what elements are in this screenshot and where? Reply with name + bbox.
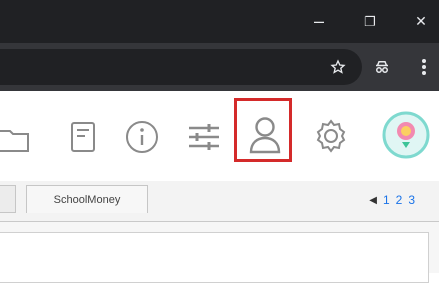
- info-icon: [126, 121, 158, 153]
- tab-previous[interactable]: [0, 185, 16, 213]
- tab-label: SchoolMoney: [53, 193, 121, 206]
- app-toolbar: [0, 91, 439, 181]
- close-window-button[interactable]: ✕: [403, 0, 439, 43]
- app-avatar-button[interactable]: [380, 109, 432, 161]
- page-link-2[interactable]: 2: [396, 193, 403, 207]
- document-button[interactable]: [66, 117, 100, 157]
- prev-page-icon[interactable]: ◀: [369, 195, 377, 206]
- avatar-icon: [382, 111, 430, 159]
- restore-icon: ❐: [364, 13, 376, 29]
- more-vert-icon: [422, 59, 426, 75]
- minimize-icon: –: [313, 11, 324, 31]
- minimize-button[interactable]: –: [301, 0, 337, 43]
- highlight-box: [234, 98, 292, 162]
- tab-schoolmoney[interactable]: SchoolMoney: [26, 185, 148, 213]
- info-button[interactable]: [122, 117, 162, 157]
- address-bar[interactable]: [0, 49, 362, 85]
- browser-toolbar: [0, 43, 439, 91]
- sliders-icon: [189, 124, 219, 150]
- incognito-icon: [376, 61, 388, 73]
- restore-button[interactable]: ❐: [352, 0, 388, 43]
- star-icon: [330, 59, 346, 74]
- folder-icon: [0, 130, 29, 152]
- content-area: [0, 222, 439, 283]
- content-panel: [0, 232, 429, 283]
- settings-button[interactable]: [310, 115, 352, 157]
- gear-icon: [316, 119, 346, 153]
- pagination: ◀ 1 2 3: [369, 193, 415, 207]
- close-icon: ✕: [415, 13, 427, 29]
- browser-menu-button[interactable]: [412, 55, 436, 79]
- settings-sliders-button[interactable]: [184, 117, 224, 157]
- browser-titlebar: – ❐ ✕: [0, 0, 439, 43]
- folder-button[interactable]: [0, 121, 30, 157]
- page-link-1[interactable]: 1: [383, 193, 390, 207]
- page-link-3[interactable]: 3: [408, 193, 415, 207]
- sheet-tab-bar: SchoolMoney ◀ 1 2 3: [0, 181, 439, 222]
- extensions-button[interactable]: [370, 55, 394, 79]
- document-icon: [71, 122, 95, 152]
- bookmark-star-button[interactable]: [326, 55, 350, 79]
